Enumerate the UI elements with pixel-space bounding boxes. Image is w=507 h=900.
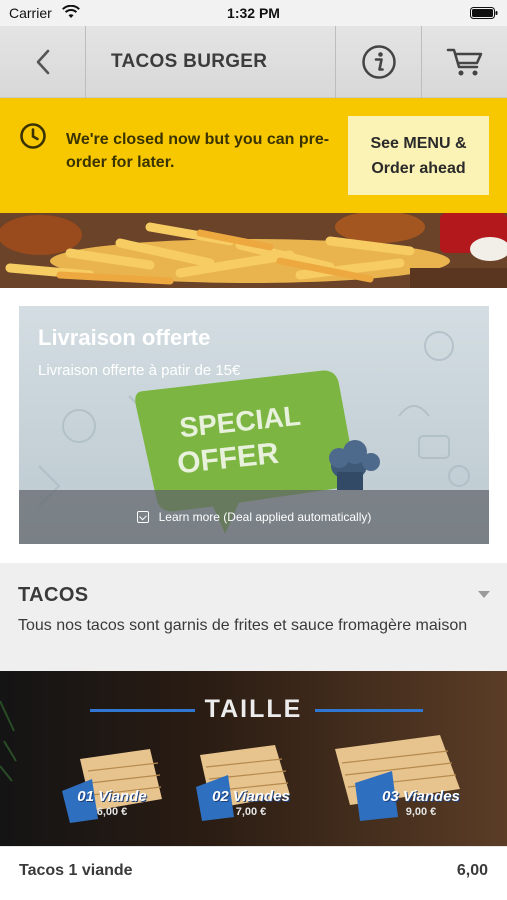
section-title: TACOS — [18, 584, 89, 606]
size-option-price: 6,00 € — [96, 806, 128, 818]
taille-title: TAILLE — [204, 695, 303, 723]
offer-card[interactable]: SPECIAL OFFER Livraison offerte Livraiso… — [19, 306, 489, 544]
battery-icon — [470, 7, 498, 19]
product-name: Tacos 1 viande — [19, 862, 133, 879]
hero-fries-image — [0, 213, 507, 288]
nav-title-cell: TACOS BURGER — [86, 26, 336, 98]
chevron-left-icon — [36, 49, 49, 75]
clock-icon — [20, 123, 46, 149]
order-ahead-line1: See MENU & — [370, 134, 467, 152]
page-title: TACOS BURGER — [111, 51, 268, 72]
checkbox-icon — [136, 511, 149, 523]
product-row[interactable]: Tacos 1 viande 6,00 — [0, 846, 507, 900]
offer-subtitle: Livraison offerte à patir de 15€ — [38, 362, 241, 379]
back-button[interactable] — [0, 26, 86, 98]
shopping-cart-icon — [446, 48, 482, 76]
size-option-name: 03 Viandes — [382, 788, 460, 805]
info-circle-icon — [361, 45, 396, 79]
size-option-3: 03 Viandes 9,00 € — [366, 788, 476, 818]
order-ahead-line2: Order ahead — [371, 159, 466, 177]
offer-learn-more-text: Learn more (Deal applied automatically) — [158, 510, 372, 524]
cart-button[interactable] — [422, 26, 507, 98]
see-menu-order-ahead-button[interactable]: See MENU & Order ahead — [348, 116, 489, 195]
size-option-name: 02 Viandes — [212, 788, 290, 805]
size-option-price: 9,00 € — [405, 806, 437, 818]
offer-learn-more[interactable]: Learn more (Deal applied automatically) — [19, 490, 489, 544]
size-option-price: 7,00 € — [235, 806, 267, 818]
offer-title: Livraison offerte — [38, 325, 211, 350]
nav-bar: TACOS BURGER — [0, 26, 507, 98]
status-time: 1:32 PM — [227, 5, 280, 21]
info-button[interactable] — [336, 26, 422, 98]
section-header-tacos[interactable]: TACOS Tous nos tacos sont garnis de frit… — [0, 563, 507, 671]
size-option-1: 01 Viande 6,00 € — [57, 788, 167, 818]
size-option-name: 01 Viande — [77, 788, 147, 805]
taille-size-banner: TAILLE 01 Viande 6,00 € 02 Viandes 7,00 … — [0, 671, 507, 846]
section-description: Tous nos tacos sont garnis de frites et … — [18, 617, 468, 634]
caret-down-icon[interactable] — [478, 591, 490, 598]
closed-message: We're closed now but you can pre-order f… — [66, 131, 330, 171]
product-price: 6,00 — [456, 862, 488, 879]
size-option-2: 02 Viandes 7,00 € — [196, 788, 306, 818]
closed-banner: We're closed now but you can pre-order f… — [0, 98, 507, 213]
fries-illustration — [0, 213, 507, 288]
status-bar: Carrier 1:32 PM — [0, 0, 507, 26]
